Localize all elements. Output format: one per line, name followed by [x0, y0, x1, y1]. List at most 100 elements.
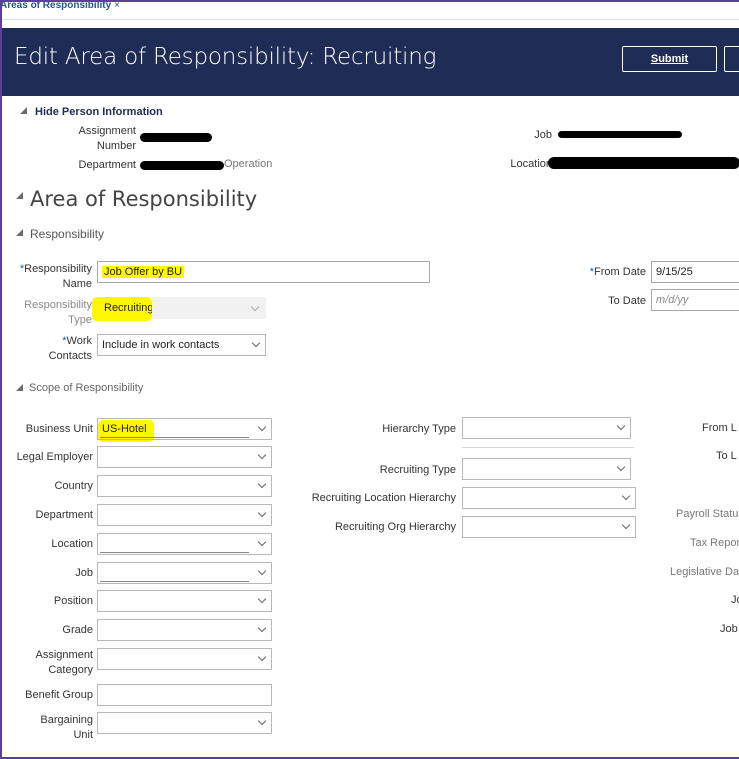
job-label-partial: Job: [720, 623, 738, 635]
collapse-triangle-icon[interactable]: [16, 384, 23, 391]
chevron-down-icon: [257, 566, 267, 576]
position-select[interactable]: [97, 590, 272, 612]
work-contacts-label-line1: Work: [66, 335, 92, 347]
business-unit-label: Business Unit: [25, 423, 93, 435]
legal-employer-label: Legal Employer: [16, 451, 93, 463]
bargaining-unit-label: Bargaining Unit: [4, 713, 93, 743]
job-select[interactable]: [97, 562, 272, 584]
payroll-status-label-partial: Payroll Statu: [676, 508, 739, 520]
department-label: Department: [35, 509, 93, 521]
tab-bar: Areas of Responsibility ×: [0, 0, 739, 20]
location-label: Location: [51, 538, 93, 550]
secondary-button[interactable]: [724, 46, 739, 72]
chevron-down-icon: [257, 623, 267, 633]
from-label-partial: From L: [702, 422, 737, 434]
chevron-down-icon: [251, 338, 261, 348]
work-contacts-value: Include in work contacts: [102, 339, 220, 351]
page-title: Edit Area of Responsibility: Recruiting: [14, 44, 437, 70]
chevron-down-icon: [257, 594, 267, 604]
assignment-number-label: Assignment Number: [60, 124, 136, 154]
hierarchy-type-label: Hierarchy Type: [382, 423, 456, 435]
from-date-label-text: From Date: [594, 266, 646, 278]
business-unit-select[interactable]: US-Hotel: [97, 418, 272, 440]
chevron-down-icon: [616, 421, 626, 431]
page-header: Edit Area of Responsibility: Recruiting …: [2, 28, 739, 96]
assignment-category-label: Assignment Category: [4, 648, 93, 678]
assignment-number-label-line1: Assignment: [78, 125, 136, 137]
department-value-suffix: Operation: [224, 158, 273, 170]
chevron-down-icon: [257, 652, 267, 662]
from-date-label: *From Date: [560, 265, 646, 280]
location-label: Location: [510, 158, 552, 170]
hide-person-info-toggle[interactable]: Hide Person Information: [35, 106, 163, 118]
responsibility-name-value: Job Offer by BU: [102, 266, 185, 278]
benefit-group-select[interactable]: [97, 684, 272, 706]
work-contacts-label: *Work Contacts: [8, 334, 92, 364]
responsibility-name-label-line1: Responsibility: [24, 263, 92, 275]
responsibility-name-input[interactable]: Job Offer by BU: [97, 261, 430, 283]
collapse-triangle-icon[interactable]: [16, 192, 23, 199]
chevron-down-icon: [257, 508, 267, 518]
section-divider: [462, 447, 634, 448]
recruiting-org-hierarchy-select[interactable]: [462, 516, 636, 538]
redacted-department: [140, 161, 224, 170]
to-date-input[interactable]: m/d/yy: [651, 289, 739, 311]
collapse-triangle-icon[interactable]: [20, 107, 27, 114]
chevron-down-icon: [257, 422, 267, 432]
responsibility-type-label-line1: Responsibility: [24, 299, 92, 311]
jo-label-partial: Jo: [731, 594, 739, 606]
recruiting-location-hierarchy-select[interactable]: [462, 487, 636, 509]
location-select[interactable]: [97, 533, 272, 555]
redacted-job: [558, 131, 682, 138]
chevron-down-icon: [257, 479, 267, 489]
country-label: Country: [54, 480, 93, 492]
bargaining-unit-select[interactable]: [97, 712, 272, 734]
bargaining-unit-label-line1: Bargaining: [40, 714, 93, 726]
tab-label: Areas of Responsibility: [0, 0, 112, 11]
chevron-down-icon: [616, 462, 626, 472]
chevron-down-icon: [621, 491, 631, 501]
to-label-partial: To L: [716, 450, 737, 462]
aor-heading: Area of Responsibility: [30, 187, 258, 211]
from-date-input[interactable]: 9/15/25: [651, 261, 739, 283]
submit-button[interactable]: Submit: [622, 46, 717, 72]
country-select[interactable]: [97, 475, 272, 497]
chevron-down-icon: [257, 537, 267, 547]
recruiting-type-select[interactable]: [462, 458, 631, 480]
responsibility-type-label: Responsibility Type: [8, 298, 92, 328]
redacted-assignment-number: [140, 133, 212, 142]
responsibility-type-label-line2: Type: [68, 314, 92, 326]
department-select[interactable]: [97, 504, 272, 526]
job-label: Job: [534, 129, 552, 141]
legal-employer-select[interactable]: [97, 446, 272, 468]
close-icon[interactable]: ×: [114, 0, 120, 11]
recruiting-org-hierarchy-label: Recruiting Org Hierarchy: [334, 521, 456, 533]
work-contacts-label-line2: Contacts: [48, 350, 92, 362]
chevron-down-icon: [257, 450, 267, 460]
business-unit-value: US-Hotel: [102, 423, 147, 435]
collapse-triangle-icon[interactable]: [16, 229, 23, 236]
legislative-data-label-partial: Legislative Da: [670, 566, 739, 578]
assignment-number-label-line2: Number: [96, 140, 136, 152]
recruiting-type-label: Recruiting Type: [379, 464, 456, 476]
responsibility-type-value: Recruiting: [104, 302, 154, 314]
responsibility-name-label: *Responsibility Name: [8, 262, 92, 292]
assignment-category-select[interactable]: [97, 648, 272, 670]
job-label: Job: [75, 567, 93, 579]
recruiting-location-hierarchy-label: Recruiting Location Hierarchy: [311, 492, 456, 504]
chevron-down-icon: [257, 716, 267, 726]
chevron-down-icon: [244, 299, 264, 321]
chevron-down-icon: [621, 520, 631, 530]
grade-label: Grade: [62, 624, 93, 636]
redacted-location: [548, 157, 739, 169]
hierarchy-type-select[interactable]: [462, 417, 631, 439]
to-date-label: To Date: [608, 295, 646, 307]
department-label: Department: [78, 159, 136, 171]
scope-heading: Scope of Responsibility: [29, 382, 144, 394]
tab-areas-of-responsibility[interactable]: Areas of Responsibility ×: [0, 0, 120, 12]
responsibility-name-label-line2: Name: [62, 278, 92, 290]
grade-select[interactable]: [97, 619, 272, 641]
benefit-group-label: Benefit Group: [25, 689, 93, 701]
work-contacts-select[interactable]: Include in work contacts: [97, 334, 266, 356]
tax-report-label-partial: Tax Repor: [690, 537, 739, 549]
